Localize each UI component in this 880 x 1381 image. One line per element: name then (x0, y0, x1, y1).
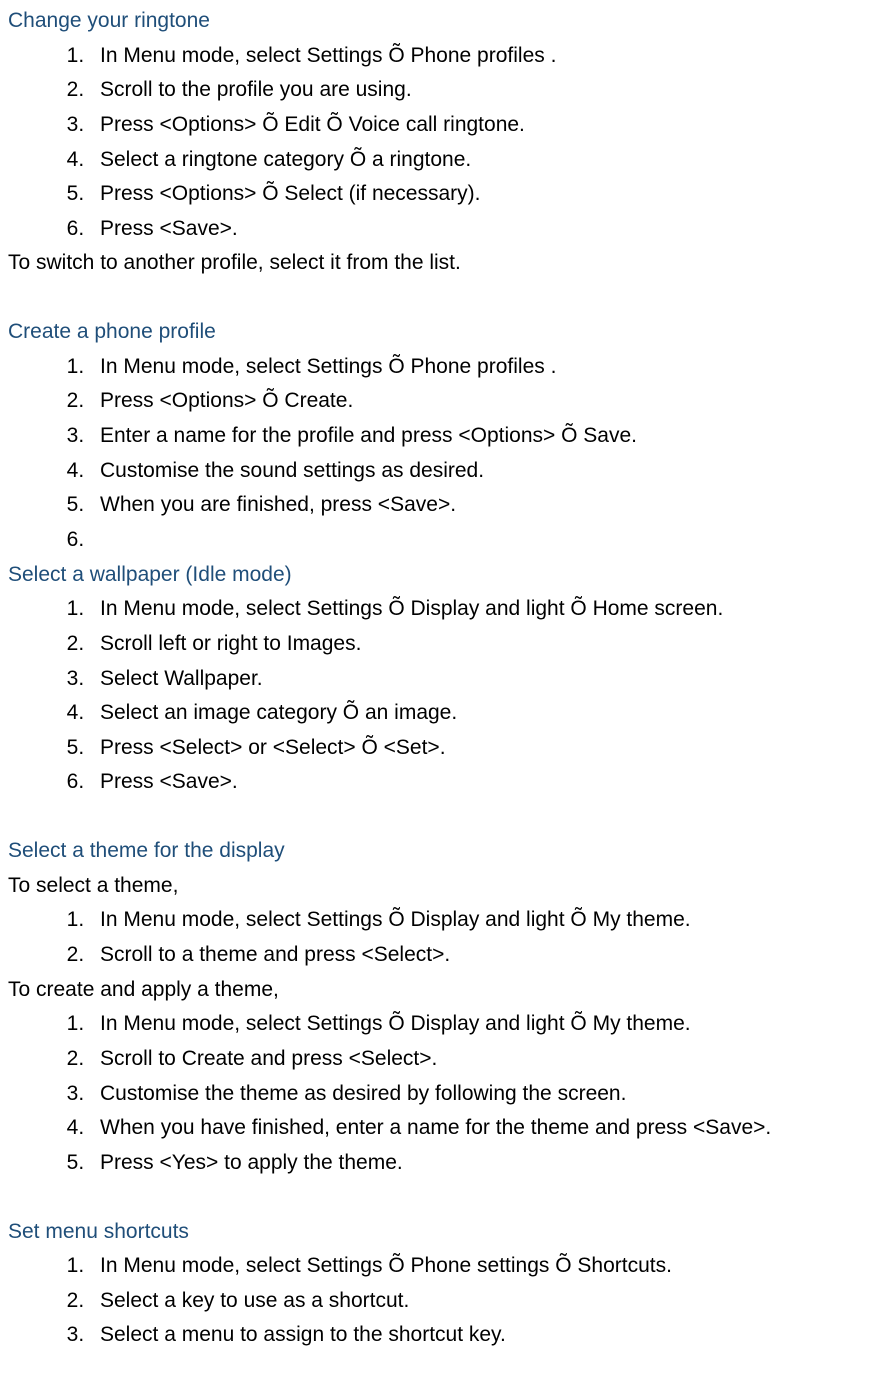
heading-create-profile: Create a phone profile (8, 315, 872, 350)
intro-text: To create and apply a theme, (8, 973, 872, 1008)
list-item: Press <Options> Õ Edit Õ Voice call ring… (90, 108, 872, 143)
list-item (90, 523, 872, 558)
list-item: Press <Options> Õ Create. (90, 384, 872, 419)
intro-text: To select a theme, (8, 869, 872, 904)
list-change-ringtone: In Menu mode, select Settings Õ Phone pr… (8, 39, 872, 247)
heading-set-shortcuts: Set menu shortcuts (8, 1215, 872, 1250)
list-item: When you are finished, press <Save>. (90, 488, 872, 523)
list-item: Scroll to a theme and press <Select>. (90, 938, 872, 973)
list-item: When you have finished, enter a name for… (90, 1111, 872, 1146)
list-item: Customise the sound settings as desired. (90, 454, 872, 489)
list-item: In Menu mode, select Settings Õ Phone se… (90, 1249, 872, 1284)
list-item: Select a menu to assign to the shortcut … (90, 1318, 872, 1353)
list-item: Press <Options> Õ Select (if necessary). (90, 177, 872, 212)
heading-select-theme: Select a theme for the display (8, 834, 872, 869)
list-select-theme-b: In Menu mode, select Settings Õ Display … (8, 1007, 872, 1180)
list-item: In Menu mode, select Settings Õ Phone pr… (90, 350, 872, 385)
list-select-theme-a: In Menu mode, select Settings Õ Display … (8, 903, 872, 972)
heading-change-ringtone: Change your ringtone (8, 4, 872, 39)
list-item: Press <Save>. (90, 765, 872, 800)
list-item: Customise the theme as desired by follow… (90, 1077, 872, 1112)
trailing-text: To switch to another profile, select it … (8, 246, 872, 281)
list-item: Select an image category Õ an image. (90, 696, 872, 731)
list-item: Press <Select> or <Select> Õ <Set>. (90, 731, 872, 766)
list-item: Scroll to the profile you are using. (90, 73, 872, 108)
list-item: Press <Yes> to apply the theme. (90, 1146, 872, 1181)
list-item: Select Wallpaper. (90, 662, 872, 697)
list-item: In Menu mode, select Settings Õ Display … (90, 1007, 872, 1042)
heading-select-wallpaper: Select a wallpaper (Idle mode) (8, 558, 872, 593)
list-item: Scroll to Create and press <Select>. (90, 1042, 872, 1077)
list-set-shortcuts: In Menu mode, select Settings Õ Phone se… (8, 1249, 872, 1353)
list-item: In Menu mode, select Settings Õ Display … (90, 903, 872, 938)
list-item: Select a key to use as a shortcut. (90, 1284, 872, 1319)
list-item: Enter a name for the profile and press <… (90, 419, 872, 454)
list-select-wallpaper: In Menu mode, select Settings Õ Display … (8, 592, 872, 800)
list-create-profile: In Menu mode, select Settings Õ Phone pr… (8, 350, 872, 558)
list-item: In Menu mode, select Settings Õ Display … (90, 592, 872, 627)
list-item: Press <Save>. (90, 212, 872, 247)
list-item: In Menu mode, select Settings Õ Phone pr… (90, 39, 872, 74)
list-item: Select a ringtone category Õ a ringtone. (90, 143, 872, 178)
list-item: Scroll left or right to Images. (90, 627, 872, 662)
